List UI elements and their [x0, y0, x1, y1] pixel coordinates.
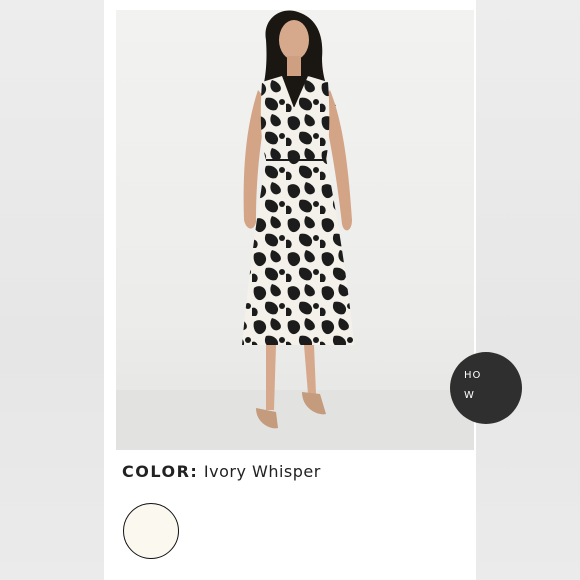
badge-line-1: HO — [464, 370, 482, 381]
color-value: Ivory Whisper — [203, 462, 321, 481]
blurred-background-right — [476, 0, 580, 580]
color-selector-label: COLOR: Ivory Whisper — [122, 462, 321, 481]
blurred-background-left — [0, 0, 104, 580]
color-swatch-ivory-whisper[interactable] — [123, 503, 179, 559]
how-we-wear-it-badge[interactable]: HO W — [450, 352, 522, 424]
badge-line-2: W — [464, 390, 475, 401]
color-label: COLOR: — [122, 462, 199, 481]
product-card: HO W COLOR: Ivory Whisper — [104, 0, 522, 580]
model-in-dress-illustration — [116, 10, 474, 450]
product-photo[interactable] — [116, 10, 474, 450]
